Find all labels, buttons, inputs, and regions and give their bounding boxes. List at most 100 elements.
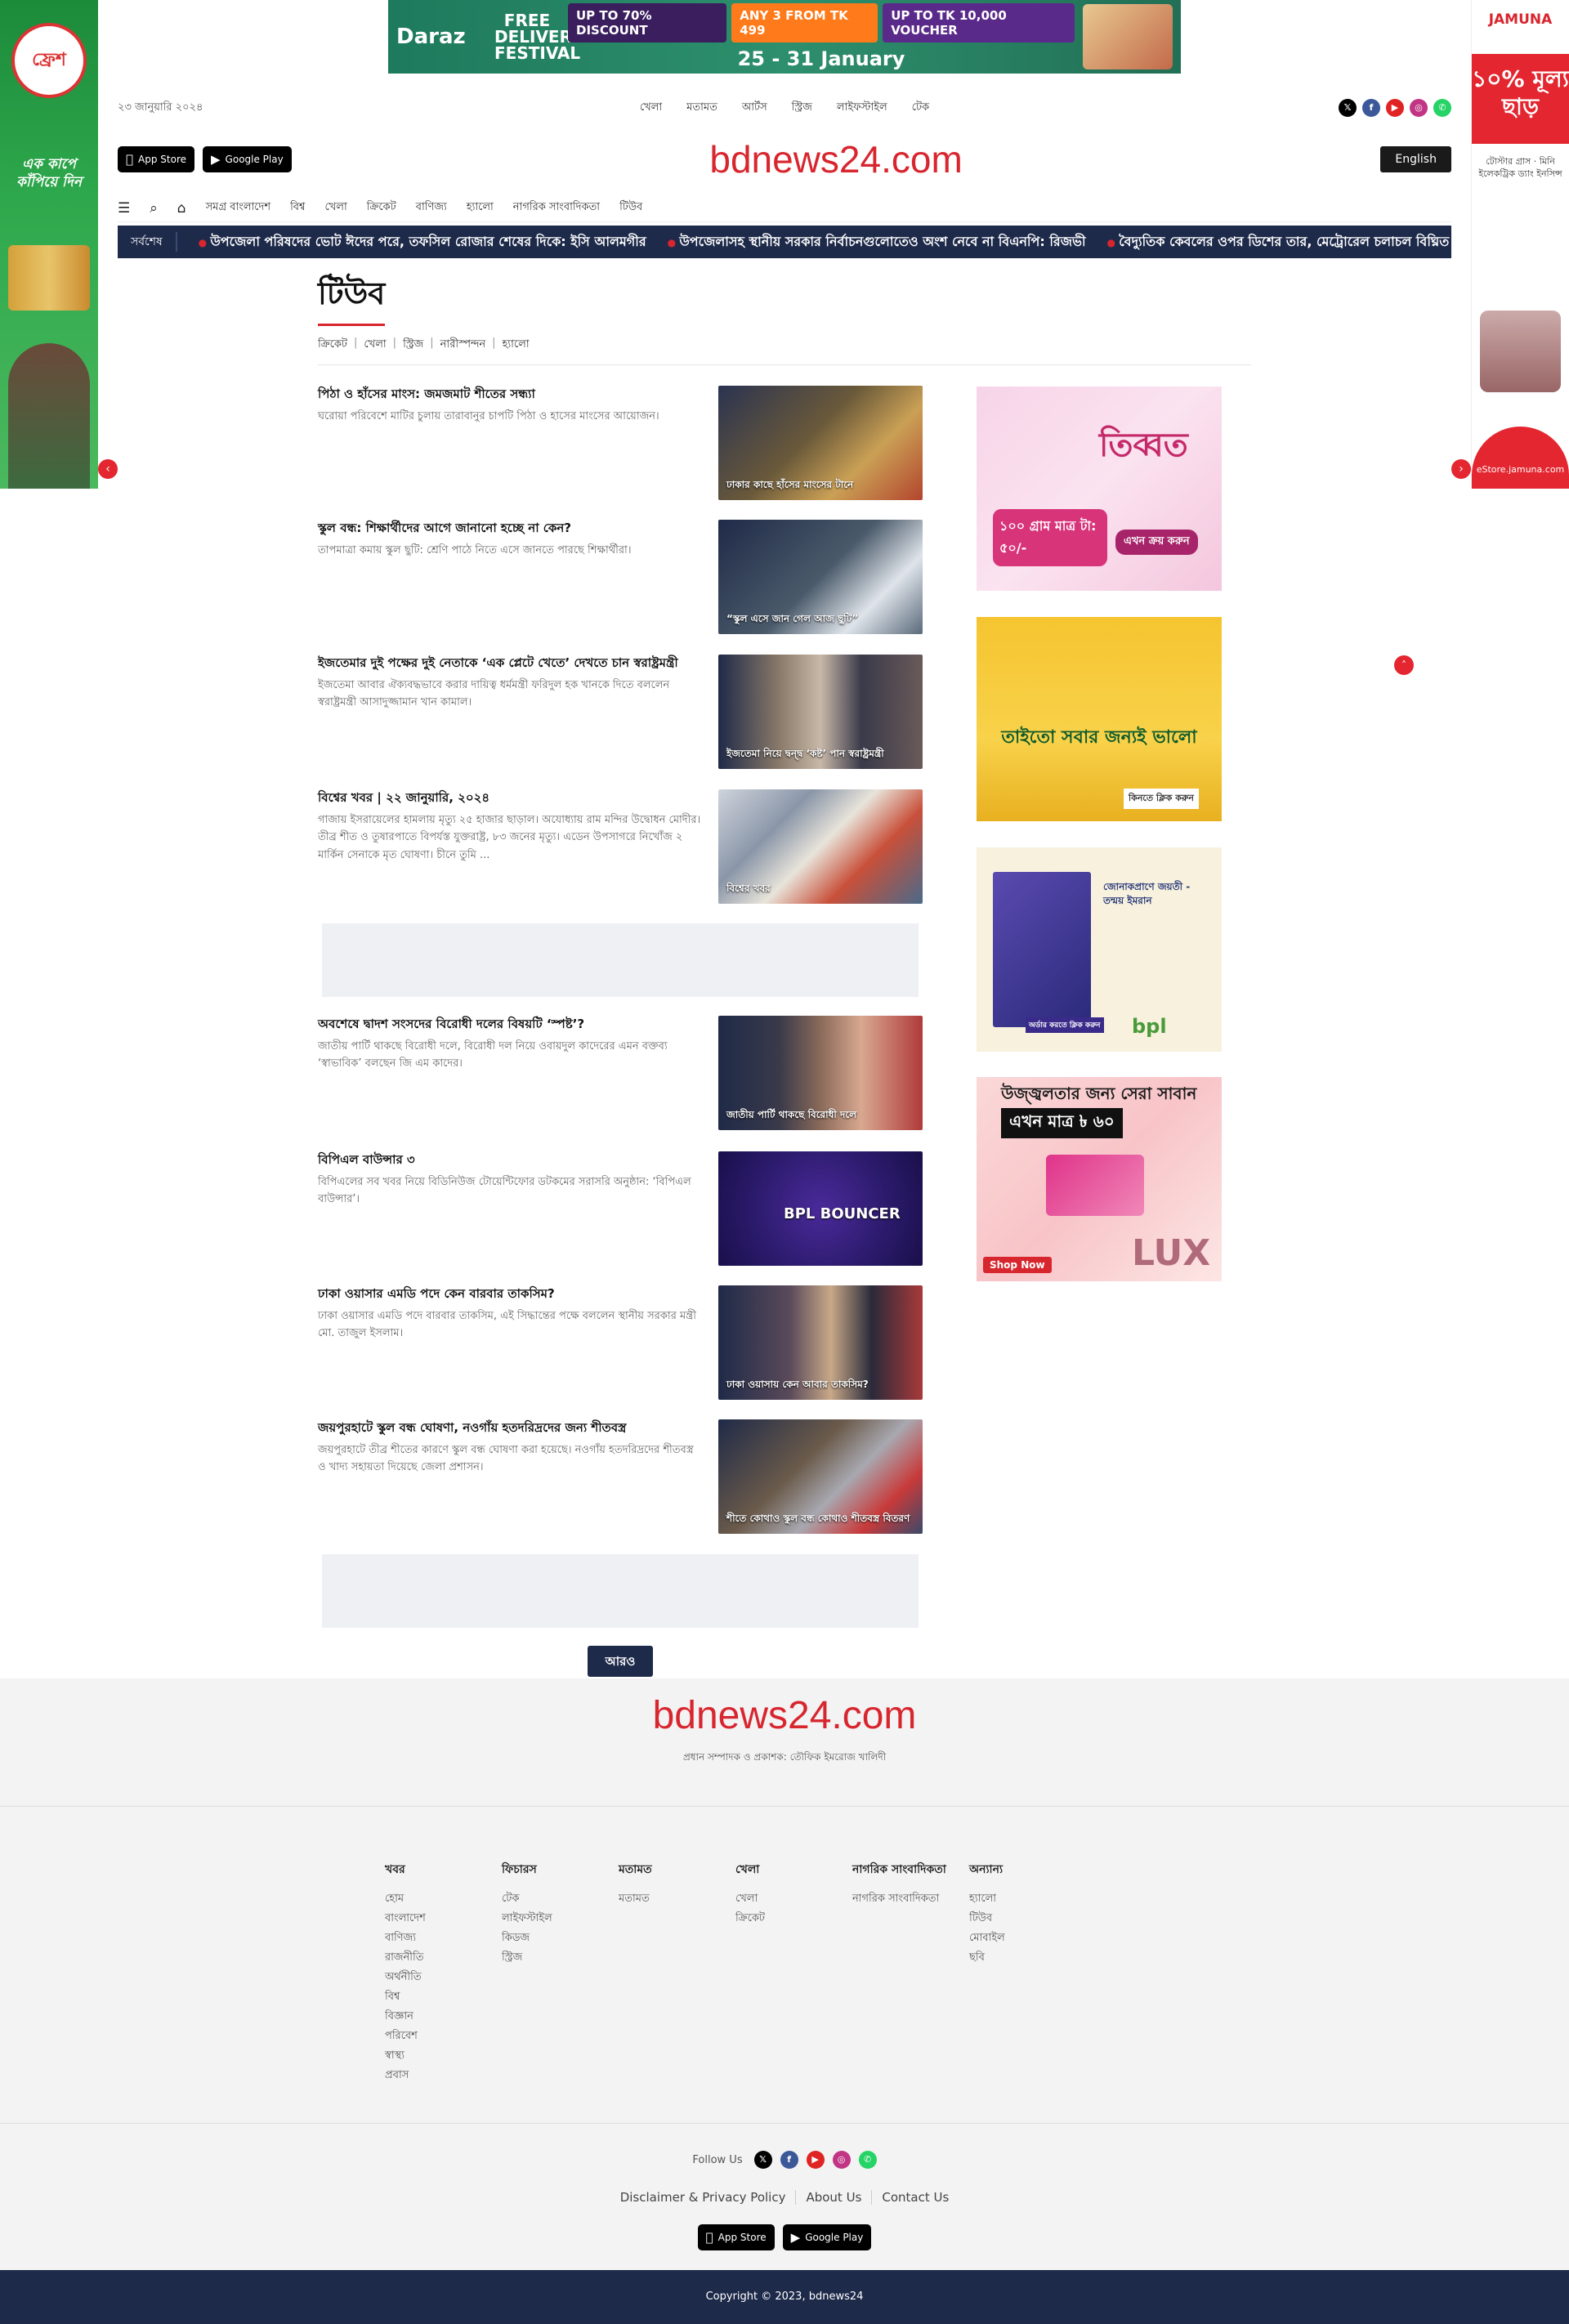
app-store-button[interactable]: App Store [697, 2224, 775, 2250]
lux-soap-ad[interactable]: উজ্জ্বলতার জন্য সেরা সাবান এখন মাত্র ৳ ৬… [977, 1077, 1222, 1281]
footer-link[interactable]: স্বাস্থ্য [385, 2046, 502, 2066]
about-link[interactable]: About Us [795, 2190, 871, 2205]
article-thumbnail[interactable]: বিশ্বের খবর [718, 789, 923, 904]
article-thumbnail[interactable]: ইজতেমা নিয়ে দ্বন্দ্ব ‘কষ্ট’ পান স্বরাষ্… [718, 655, 923, 769]
facebook-icon[interactable]: f [780, 2151, 798, 2169]
article-item[interactable]: বিপিএল বাউন্সার ৩ বিপিএলের সব খবর নিয়ে ব… [318, 1151, 923, 1267]
x-twitter-icon[interactable]: 𝕏 [753, 2151, 772, 2169]
whatsapp-icon[interactable]: ✆ [858, 2151, 877, 2169]
footer-link[interactable]: কিডজ [502, 1928, 619, 1948]
instagram-icon[interactable]: ◎ [832, 2151, 851, 2169]
hamburger-menu-icon[interactable]: ☰ [118, 200, 130, 217]
article-item[interactable]: পিঠা ও হাঁসের মাংস: জমজমাট শীতের সন্ধ্যা… [318, 386, 923, 502]
footer-link[interactable]: বিশ্ব [385, 1987, 502, 2007]
article-title[interactable]: ইজতেমার দুই পক্ষের দুই নেতাকে ‘এক প্লেটে… [318, 655, 702, 672]
article-item[interactable]: স্কুল বন্ধ: শিক্ষার্থীদের আগে জানানো হচ্… [318, 520, 923, 636]
footer-link[interactable]: নাগরিক সাংবাদিকতা [852, 1889, 969, 1909]
contact-link[interactable]: Contact Us [871, 2190, 959, 2205]
sub-cat-sports[interactable]: খেলা [364, 337, 386, 354]
cat-nav-tube[interactable]: টিউব [619, 199, 642, 217]
google-play-button[interactable]: ▶ Google Play [203, 146, 292, 172]
cat-nav-business[interactable]: বাণিজ্য [416, 199, 447, 217]
article-title[interactable]: ঢাকা ওয়াসার এমডি পদে কেন বারবার তাকসিম? [318, 1285, 702, 1303]
language-button[interactable]: English [1380, 146, 1451, 172]
google-play-button[interactable]: ▶ Google Play [782, 2224, 872, 2250]
footer-link[interactable]: স্ট্রিজ [502, 1948, 619, 1968]
footer-link[interactable]: মোবাইল [969, 1928, 1086, 1948]
article-title[interactable]: বিশ্বের খবর | ২২ জানুয়ারি, ২০২৪ [318, 789, 702, 807]
youtube-icon[interactable]: ▶ [1386, 99, 1404, 117]
article-item[interactable]: ঢাকা ওয়াসার এমডি পদে কেন বারবার তাকসিম?… [318, 1285, 923, 1401]
footer-link[interactable]: বিজ্ঞান [385, 2007, 502, 2027]
top-nav-tech[interactable]: টেক [912, 100, 929, 117]
sub-cat-hello[interactable]: হ্যালো [503, 337, 530, 354]
top-nav-motamot[interactable]: মতামত [686, 100, 717, 117]
article-title[interactable]: বিপিএল বাউন্সার ৩ [318, 1151, 702, 1169]
instagram-icon[interactable]: ◎ [1410, 99, 1428, 117]
ticker-item[interactable]: উপজেলা পরিষদের ভোট ঈদের পরে, তফসিল রোজার… [199, 231, 646, 253]
article-item[interactable]: ইজতেমার দুই পক্ষের দুই নেতাকে ‘এক প্লেটে… [318, 655, 923, 771]
article-thumbnail[interactable]: জাতীয় পার্টি থাকছে বিরোধী দলে [718, 1016, 923, 1130]
tibet-soap-ad[interactable]: তিব্বত ১০০ গ্রাম মাত্র টা: ৫০/- এখন ক্রয… [977, 387, 1222, 591]
top-nav-arts[interactable]: আর্টস [742, 100, 767, 117]
footer-link[interactable]: হ্যালো [969, 1889, 1086, 1909]
home-icon[interactable]: ⌂ [177, 200, 186, 217]
cat-nav-citizen-journalism[interactable]: নাগরিক সাংবাদিকতা [513, 199, 600, 217]
footer-link[interactable]: বাণিজ্য [385, 1928, 502, 1948]
top-nav-stories[interactable]: স্ট্রিজ [792, 100, 812, 117]
search-icon[interactable]: ⌕ [150, 200, 158, 217]
article-thumbnail[interactable]: “স্কুল এসে জান গেল আজ ছুটি” [718, 520, 923, 634]
article-item[interactable]: অবশেষে দ্বাদশ সংসদের বিরোধী দলের বিষয়টি… [318, 1016, 923, 1132]
detergent-ad[interactable]: তাইতো সবার জন্যই ভালো কিনতে ক্লিক করুন [977, 617, 1222, 821]
article-title[interactable]: জয়পুরহাটে স্কুল বন্ধ ঘোষণা, নওগাঁয় হতদ… [318, 1419, 702, 1437]
load-more-button[interactable]: আরও [588, 1646, 653, 1677]
right-side-ad[interactable]: JAMUNA ১০% মূল্য ছাড় টোস্টার গ্রাস · মি… [1471, 0, 1569, 489]
x-twitter-icon[interactable]: 𝕏 [1339, 99, 1357, 117]
disclaimer-link[interactable]: Disclaimer & Privacy Policy [610, 2190, 796, 2205]
footer-link[interactable]: খেলা [735, 1889, 852, 1909]
sub-cat-stories[interactable]: স্ট্রিজ [403, 337, 423, 354]
app-store-button[interactable]: App Store [118, 146, 194, 172]
footer-link[interactable]: প্রবাস [385, 2066, 502, 2085]
article-item[interactable]: বিশ্বের খবর | ২২ জানুয়ারি, ২০২৪ গাজায় ই… [318, 789, 923, 905]
article-item[interactable]: জয়পুরহাটে স্কুল বন্ধ ঘোষণা, নওগাঁয় হতদ… [318, 1419, 923, 1535]
footer-logo[interactable]: bdnews24.com [0, 1693, 1569, 1738]
footer-link[interactable]: বাংলাদেশ [385, 1909, 502, 1928]
cat-nav-world[interactable]: বিশ্ব [290, 199, 305, 217]
footer-link[interactable]: টেক [502, 1889, 619, 1909]
footer-link[interactable]: লাইফস্টাইল [502, 1909, 619, 1928]
footer-link[interactable]: ক্রিকেট [735, 1909, 852, 1928]
ticker-item[interactable]: বৈদ্যুতিক কেবলের ওপর ডিশের তার, মেট্রোরে… [1107, 231, 1449, 253]
article-thumbnail[interactable]: BPL BOUNCER [718, 1151, 923, 1266]
cat-nav-sports[interactable]: খেলা [324, 199, 346, 217]
sub-cat-cricket[interactable]: ক্রিকেট [318, 337, 347, 354]
top-nav-khela[interactable]: খেলা [640, 100, 662, 117]
site-logo[interactable]: bdnews24.com [709, 137, 962, 181]
article-thumbnail[interactable]: শীতে কোথাও স্কুল বন্ধ কোথাও শীতবস্ত্র বি… [718, 1419, 923, 1534]
ticker-item[interactable]: উপজেলাসহ স্থানীয় সরকার নির্বাচনগুলোতেও … [668, 231, 1085, 253]
footer-link[interactable]: ছবি [969, 1948, 1086, 1968]
left-side-ad[interactable]: ফ্রেশ এক কাপে কাঁপিয়ে দিন [0, 0, 98, 489]
youtube-icon[interactable]: ▶ [806, 2151, 825, 2169]
article-title[interactable]: অবশেষে দ্বাদশ সংসদের বিরোধী দলের বিষয়টি… [318, 1016, 702, 1033]
cat-nav-cricket[interactable]: ক্রিকেট [367, 199, 396, 217]
footer-link[interactable]: মতামত [619, 1889, 735, 1909]
article-title[interactable]: স্কুল বন্ধ: শিক্ষার্থীদের আগে জানানো হচ্… [318, 520, 702, 537]
top-nav-lifestyle[interactable]: লাইফস্টাইল [837, 100, 887, 117]
chevron-right-icon[interactable]: › [1451, 459, 1471, 479]
chevron-up-icon[interactable]: ˄ [1394, 655, 1414, 675]
footer-link[interactable]: অর্থনীতি [385, 1968, 502, 1987]
footer-link[interactable]: হোম [385, 1889, 502, 1909]
book-ad[interactable]: জোনাকপ্রাণে জয়তী - তন্ময় ইমরান bpl অর্… [977, 847, 1222, 1052]
chevron-left-icon[interactable]: ‹ [98, 459, 118, 479]
footer-link[interactable]: পরিবেশ [385, 2027, 502, 2046]
cat-nav-bangladesh[interactable]: সমগ্র বাংলাদেশ [206, 199, 270, 217]
sub-cat-women[interactable]: নারীস্পন্দন [440, 337, 486, 354]
cat-nav-hello[interactable]: হ্যালো [467, 199, 494, 217]
article-thumbnail[interactable]: ঢাকা ওয়াসায় কেন আবার তাকসিম? [718, 1285, 923, 1400]
facebook-icon[interactable]: f [1362, 99, 1380, 117]
footer-link[interactable]: টিউব [969, 1909, 1086, 1928]
whatsapp-icon[interactable]: ✆ [1433, 99, 1451, 117]
article-title[interactable]: পিঠা ও হাঁসের মাংস: জমজমাট শীতের সন্ধ্যা [318, 386, 702, 403]
footer-link[interactable]: রাজনীতি [385, 1948, 502, 1968]
